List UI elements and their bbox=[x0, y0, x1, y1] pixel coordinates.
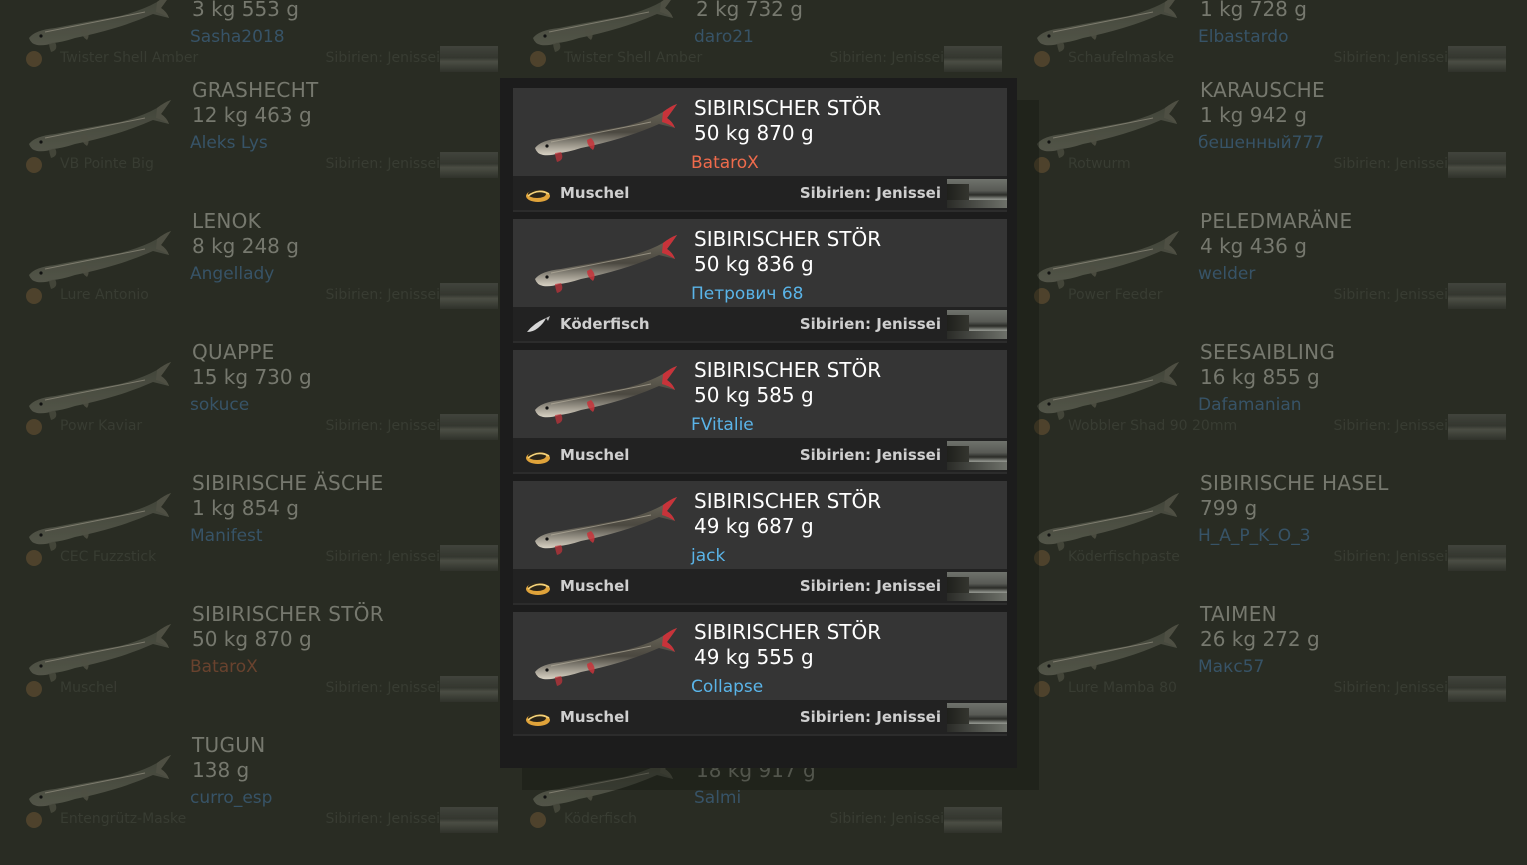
trophy-entry[interactable]: SIBIRISCHER STÖR 50 kg 870 g BataroX Musche… bbox=[513, 88, 1007, 214]
player-name[interactable]: jack bbox=[691, 546, 725, 566]
location-thumbnail bbox=[947, 179, 1007, 208]
trophy-entry-header: SIBIRISCHER STÖR 50 kg 836 g Петрович 68 bbox=[513, 219, 1007, 307]
mussel-icon bbox=[526, 452, 550, 464]
fish-name: SIBIRISCHER STÖR bbox=[694, 227, 882, 251]
location-name: Sibirien: Jenissei bbox=[799, 446, 941, 464]
bait-location-bar: Muschel Sibirien: Jenissei bbox=[513, 700, 1007, 734]
trophy-detail-popup: SIBIRISCHER STÖR 50 kg 870 g BataroX Musche… bbox=[500, 78, 1017, 768]
player-name[interactable]: Collapse bbox=[691, 677, 763, 697]
bait-location-bar: Muschel Sibirien: Jenissei bbox=[513, 438, 1007, 472]
location-name: Sibirien: Jenissei bbox=[799, 184, 941, 202]
trophy-entry-header: SIBIRISCHER STÖR 50 kg 870 g BataroX bbox=[513, 88, 1007, 176]
fish-weight: 50 kg 836 g bbox=[694, 252, 814, 276]
entry-divider bbox=[513, 472, 1007, 474]
entry-divider bbox=[513, 603, 1007, 605]
trophy-entry-header: SIBIRISCHER STÖR 49 kg 555 g Collapse bbox=[513, 612, 1007, 700]
mussel-icon bbox=[526, 714, 550, 726]
sturgeon-fish-icon bbox=[535, 235, 677, 293]
player-name[interactable]: Петрович 68 bbox=[691, 284, 803, 304]
fish-name: SIBIRISCHER STÖR bbox=[694, 620, 882, 644]
player-name[interactable]: BataroX bbox=[691, 153, 759, 173]
location-thumbnail bbox=[947, 572, 1007, 601]
bait-location-bar: Muschel Sibirien: Jenissei bbox=[513, 176, 1007, 210]
fish-name: SIBIRISCHER STÖR bbox=[694, 489, 882, 513]
bait-name: Muschel bbox=[560, 446, 630, 464]
mussel-icon bbox=[526, 190, 550, 202]
entry-divider bbox=[513, 210, 1007, 212]
location-thumbnail bbox=[947, 441, 1007, 470]
sturgeon-fish-icon bbox=[535, 497, 677, 555]
fish-weight: 49 kg 555 g bbox=[694, 645, 814, 669]
fish-weight: 50 kg 870 g bbox=[694, 121, 814, 145]
trophy-entry[interactable]: SIBIRISCHER STÖR 50 kg 836 g Петрович 68 Kö… bbox=[513, 219, 1007, 345]
trophy-entry[interactable]: SIBIRISCHER STÖR 50 kg 585 g FVitalie Musch… bbox=[513, 350, 1007, 476]
trophy-entry[interactable]: SIBIRISCHER STÖR 49 kg 555 g Collapse Musch… bbox=[513, 612, 1007, 738]
location-name: Sibirien: Jenissei bbox=[799, 577, 941, 595]
sturgeon-fish-icon bbox=[535, 628, 677, 686]
location-thumbnail bbox=[947, 310, 1007, 339]
location-thumbnail bbox=[947, 703, 1007, 732]
trophy-entry-header: SIBIRISCHER STÖR 49 kg 687 g jack bbox=[513, 481, 1007, 569]
bait-name: Muschel bbox=[560, 184, 630, 202]
bait-location-bar: Köderfisch Sibirien: Jenissei bbox=[513, 307, 1007, 341]
trophy-entry[interactable]: SIBIRISCHER STÖR 49 kg 687 g jack Muschel Si… bbox=[513, 481, 1007, 607]
baitfish-icon bbox=[527, 316, 550, 332]
entry-divider bbox=[513, 734, 1007, 736]
bait-location-bar: Muschel Sibirien: Jenissei bbox=[513, 569, 1007, 603]
mussel-icon bbox=[526, 583, 550, 595]
entry-divider bbox=[513, 341, 1007, 343]
fish-weight: 50 kg 585 g bbox=[694, 383, 814, 407]
fish-name: SIBIRISCHER STÖR bbox=[694, 358, 882, 382]
bait-name: Köderfisch bbox=[560, 315, 650, 333]
bait-name: Muschel bbox=[560, 708, 630, 726]
sturgeon-fish-icon bbox=[535, 366, 677, 424]
bait-name: Muschel bbox=[560, 577, 630, 595]
fish-name: SIBIRISCHER STÖR bbox=[694, 96, 882, 120]
location-name: Sibirien: Jenissei bbox=[799, 315, 941, 333]
player-name[interactable]: FVitalie bbox=[691, 415, 754, 435]
location-name: Sibirien: Jenissei bbox=[799, 708, 941, 726]
fish-weight: 49 kg 687 g bbox=[694, 514, 814, 538]
trophy-entry-header: SIBIRISCHER STÖR 50 kg 585 g FVitalie bbox=[513, 350, 1007, 438]
sturgeon-fish-icon bbox=[535, 104, 677, 162]
